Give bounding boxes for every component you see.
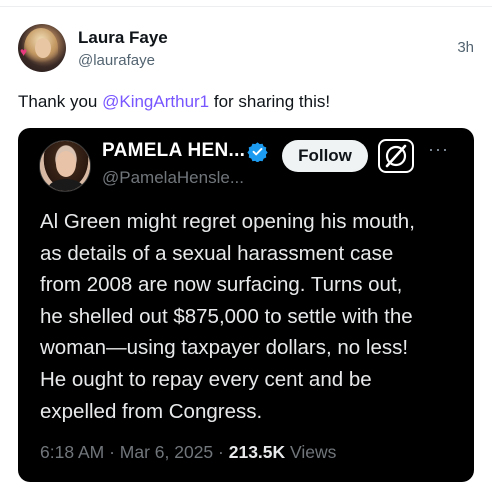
views-label: Views: [285, 442, 337, 462]
top-divider: [0, 6, 492, 7]
quoted-post-meta: 6:18 AM · Mar 6, 2025 · 213.5K Views: [40, 442, 336, 463]
quoted-author-avatar[interactable]: [39, 140, 91, 192]
quoted-author-handle[interactable]: @PamelaHensle...: [102, 168, 244, 188]
follow-button[interactable]: Follow: [282, 140, 368, 172]
quoted-avatar-face: [56, 151, 76, 177]
x-logo-icon: [385, 144, 407, 168]
quoted-body-line: Al Green might regret opening his mouth,: [40, 210, 415, 233]
mention-link[interactable]: @KingArthur1: [102, 92, 209, 111]
views-count[interactable]: 213.5K: [229, 442, 285, 462]
quoted-body-line: He ought to repay every cent and be: [40, 367, 372, 391]
quoted-body-line: as details of a sexual harassment case: [40, 241, 394, 265]
quoted-post-time[interactable]: 6:18 AM: [40, 442, 104, 462]
x-logo-button[interactable]: [378, 139, 414, 173]
heart-icon: ♥: [20, 45, 28, 59]
post-text: Thank you @KingArthur1 for sharing this!: [18, 92, 330, 112]
author-name[interactable]: Laura Faye: [78, 28, 168, 48]
post-text-prefix: Thank you: [18, 92, 103, 111]
avatar-face: [35, 38, 51, 58]
meta-separator: ·: [104, 442, 120, 462]
author-avatar[interactable]: ♥: [18, 24, 66, 72]
quoted-body-line: expelled from Congress.: [40, 399, 263, 423]
post-text-suffix: for sharing this!: [209, 92, 331, 111]
quoted-body-line: from 2008 are now surfacing. Turns out,: [40, 273, 403, 297]
verified-badge-icon: [247, 142, 268, 162]
quoted-body-line: he shelled out $875,000 to settle with t…: [40, 304, 413, 328]
post-timestamp[interactable]: 3h: [457, 39, 474, 56]
meta-separator: ·: [213, 442, 229, 462]
quoted-post-card[interactable]: PAMELA HEN... @PamelaHensle... Follow ··…: [18, 128, 474, 482]
quoted-post-body: Al Green might regret opening his mouth,…: [40, 206, 460, 427]
post-header: ♥ Laura Faye @laurafaye 3h: [18, 24, 474, 76]
quoted-body-line: woman—using taxpayer dollars, no less!: [40, 336, 409, 360]
quoted-avatar-shoulders: [48, 179, 84, 191]
author-handle[interactable]: @laurafaye: [78, 52, 155, 69]
quoted-post-date[interactable]: Mar 6, 2025: [120, 442, 213, 462]
more-options-icon[interactable]: ···: [428, 140, 454, 158]
quoted-author-name[interactable]: PAMELA HEN...: [102, 140, 245, 162]
